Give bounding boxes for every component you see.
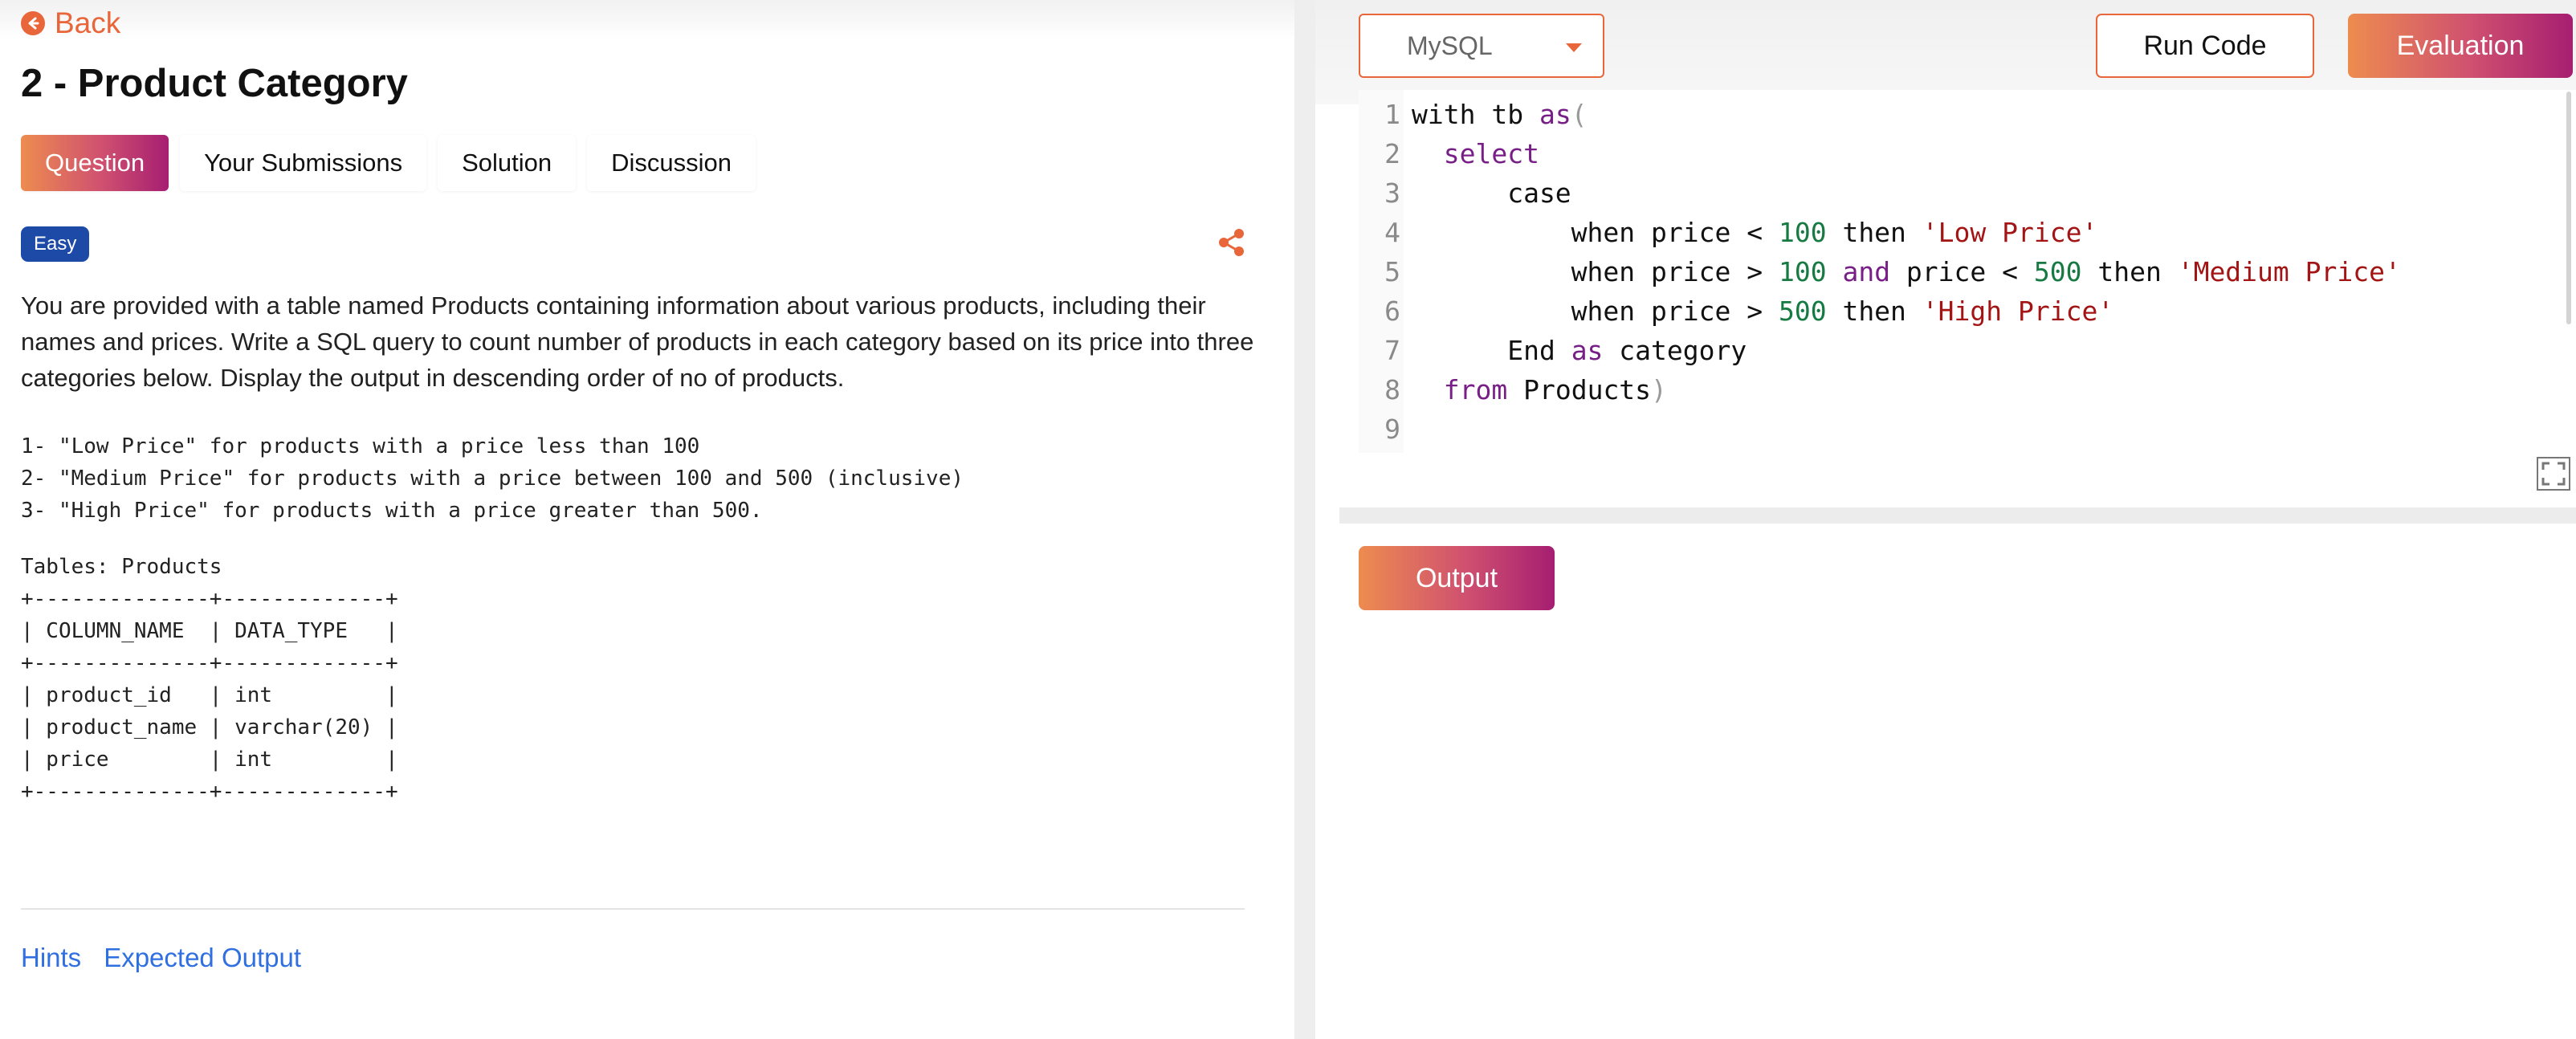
code-text: when price > 500 then 'High Price' — [1412, 295, 2114, 327]
code-text: select — [1443, 138, 1539, 169]
code-line: 3 case — [1359, 173, 1571, 213]
code-text: when price < 100 then 'Low Price' — [1412, 217, 2098, 248]
tables-label: Tables: Products — [21, 555, 222, 579]
schema-table: +--------------+-------------+ | COLUMN_… — [21, 587, 398, 804]
code-editor[interactable]: 1 with tb as( 2 select 3 case 4 when pri… — [1359, 90, 2576, 453]
code-line: 6 when price > 500 then 'High Price' — [1359, 291, 2113, 331]
tab-your-submissions[interactable]: Your Submissions — [180, 135, 427, 191]
code-line: 7 End as category — [1359, 331, 1747, 370]
language-value: MySQL — [1407, 31, 1493, 60]
tab-question[interactable]: Question — [21, 135, 169, 191]
back-link[interactable]: Back — [21, 6, 120, 40]
back-label: Back — [55, 6, 121, 39]
difficulty-badge: Easy — [21, 226, 90, 262]
code-line: 9 — [1359, 409, 1412, 449]
arrow-left-circle-icon — [21, 11, 45, 35]
code-line: 8 from Products) — [1359, 370, 1667, 409]
hints-link[interactable]: Hints — [21, 943, 81, 973]
run-code-button[interactable]: Run Code — [2096, 14, 2314, 78]
editor-panel: MySQL Run Code Evaluation 1 with tb as( … — [1315, 0, 2576, 1039]
category-rules: 1- "Low Price" for products with a price… — [21, 434, 964, 523]
code-text: with tb as( — [1412, 99, 1588, 130]
divider — [21, 908, 1245, 910]
line-number: 2 — [1384, 138, 1400, 169]
chevron-down-icon — [1566, 43, 1582, 52]
problem-description: You are provided with a table named Prod… — [21, 291, 1254, 392]
share-icon[interactable] — [1216, 226, 1248, 259]
code-line: 1 with tb as( — [1359, 95, 1588, 134]
line-number: 3 — [1384, 177, 1400, 209]
output-button[interactable]: Output — [1359, 546, 1555, 610]
code-line: 5 when price > 100 and price < 500 then … — [1359, 252, 2401, 291]
tab-solution[interactable]: Solution — [438, 135, 577, 191]
question-panel: Back 2 - Product Category Question Your … — [0, 0, 1294, 1039]
problem-title: 2 - Product Category — [21, 62, 408, 105]
code-text: when price > 100 and price < 500 then 'M… — [1412, 256, 2401, 287]
code-line: 2 select — [1359, 134, 1539, 173]
header-shade — [0, 0, 1294, 40]
line-number: 9 — [1384, 414, 1400, 445]
code-text: case — [1412, 177, 1571, 209]
evaluation-button[interactable]: Evaluation — [2348, 14, 2573, 78]
fullscreen-icon[interactable] — [2536, 456, 2571, 491]
line-number: 5 — [1384, 256, 1400, 287]
question-tabs: Question Your Submissions Solution Discu… — [21, 135, 756, 191]
code-line: 4 when price < 100 then 'Low Price' — [1359, 213, 2097, 252]
line-number: 6 — [1384, 295, 1400, 327]
line-number: 4 — [1384, 217, 1400, 248]
line-number: 1 — [1384, 99, 1400, 130]
code-text: from Products) — [1443, 374, 1667, 405]
tab-discussion[interactable]: Discussion — [587, 135, 756, 191]
editor-scrollbar[interactable] — [2566, 92, 2571, 324]
language-select[interactable]: MySQL — [1359, 14, 1604, 78]
line-number: 7 — [1384, 335, 1400, 366]
footer-links: Hints Expected Output — [21, 943, 301, 973]
panel-splitter[interactable] — [1294, 0, 1315, 1039]
line-number: 8 — [1384, 374, 1400, 405]
result-divider-bar — [1339, 507, 2576, 524]
code-text: End as category — [1412, 335, 1747, 366]
expected-output-link[interactable]: Expected Output — [104, 943, 301, 973]
